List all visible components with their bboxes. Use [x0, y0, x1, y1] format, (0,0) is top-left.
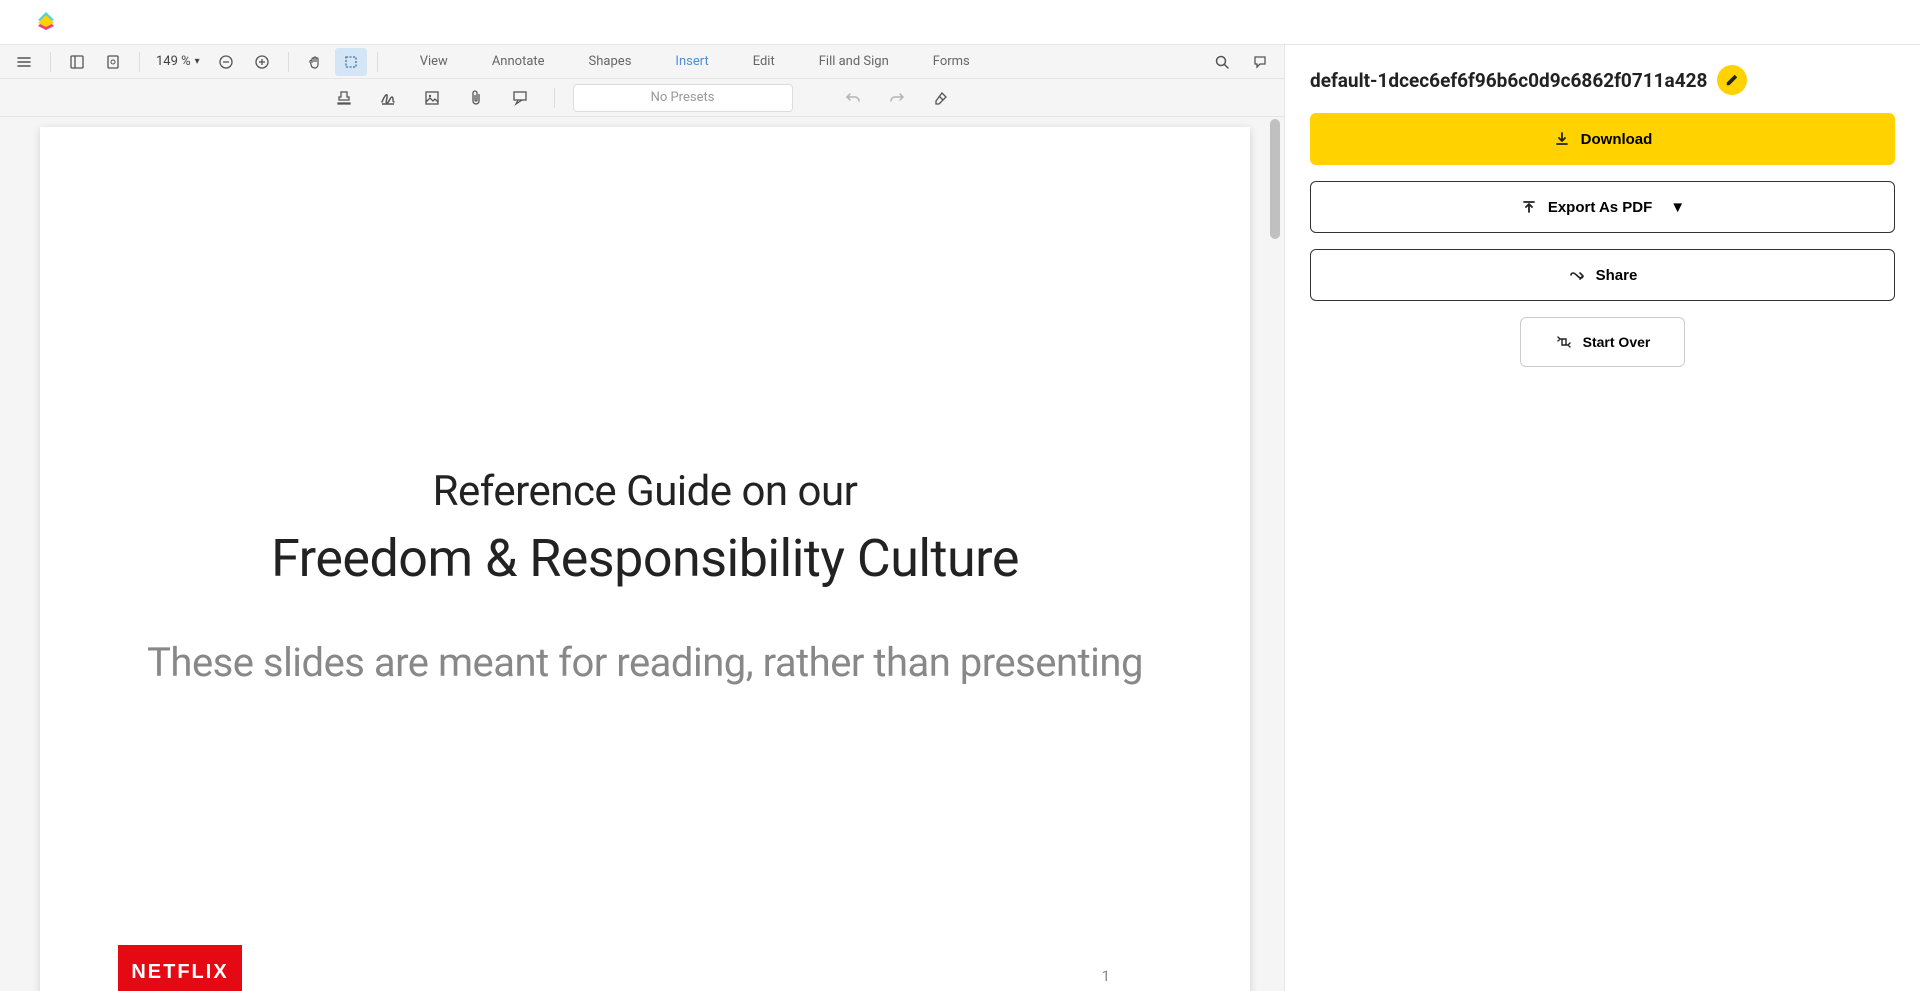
start-over-button[interactable]: Start Over — [1520, 317, 1685, 367]
app-logo[interactable] — [34, 10, 58, 34]
zoom-value: 149 % — [156, 54, 191, 69]
slide-content: Reference Guide on our Freedom & Respons… — [100, 187, 1190, 686]
document-scroll-area[interactable]: Reference Guide on our Freedom & Respons… — [0, 117, 1284, 991]
slide-supertitle: Reference Guide on our — [100, 467, 1190, 516]
page-number: 1 — [1102, 967, 1110, 985]
zoom-out-icon[interactable] — [210, 48, 242, 76]
eraser-icon[interactable] — [925, 84, 957, 112]
zoom-in-icon[interactable] — [246, 48, 278, 76]
pdf-viewer-area: 149 % ▾ View Annotate Shapes Insert Edit … — [0, 45, 1285, 991]
pencil-icon — [1725, 73, 1739, 87]
image-icon[interactable] — [416, 84, 448, 112]
download-label: Download — [1581, 131, 1653, 148]
start-over-label: Start Over — [1583, 334, 1651, 350]
menu-forms[interactable]: Forms — [911, 45, 992, 79]
menu-fill-and-sign[interactable]: Fill and Sign — [797, 45, 911, 79]
page-view-icon[interactable] — [97, 48, 129, 76]
separator — [139, 52, 140, 72]
pan-hand-icon[interactable] — [299, 48, 331, 76]
upload-icon — [1520, 198, 1538, 216]
hamburger-menu-icon[interactable] — [8, 48, 40, 76]
stamp-icon[interactable] — [328, 84, 360, 112]
signature-icon[interactable] — [372, 84, 404, 112]
insert-subtoolbar: No Presets — [0, 79, 1284, 117]
slide-subtitle: These slides are meant for reading, rath… — [100, 639, 1190, 686]
separator — [288, 52, 289, 72]
actions-sidebar: default-1dcec6ef6f96b6c0d9c6862f0711a428… — [1285, 45, 1920, 991]
redo-icon[interactable] — [881, 84, 913, 112]
selection-tool-icon[interactable] — [335, 48, 367, 76]
edit-filename-button[interactable] — [1717, 65, 1747, 95]
menu-insert[interactable]: Insert — [653, 45, 730, 79]
search-icon[interactable] — [1206, 48, 1238, 76]
menu-annotate[interactable]: Annotate — [470, 45, 567, 79]
zoom-control: 149 % ▾ — [150, 54, 206, 69]
pdf-page[interactable]: Reference Guide on our Freedom & Respons… — [40, 127, 1250, 991]
download-button[interactable]: Download — [1310, 113, 1895, 165]
share-icon — [1568, 266, 1586, 284]
chevron-down-icon: ▼ — [1670, 199, 1685, 216]
callout-icon[interactable] — [504, 84, 536, 112]
zoom-dropdown[interactable]: 149 % ▾ — [156, 54, 200, 69]
share-button[interactable]: Share — [1310, 249, 1895, 301]
separator — [377, 52, 378, 72]
menu-edit[interactable]: Edit — [731, 45, 797, 79]
comment-icon[interactable] — [1244, 48, 1276, 76]
separator — [554, 88, 555, 108]
scrollbar-thumb[interactable] — [1270, 119, 1280, 239]
sidebar-toggle-icon[interactable] — [61, 48, 93, 76]
vertical-scrollbar[interactable] — [1270, 117, 1280, 991]
menu-shapes[interactable]: Shapes — [567, 45, 654, 79]
restart-icon — [1555, 333, 1573, 351]
export-pdf-button[interactable]: Export As PDF ▼ — [1310, 181, 1895, 233]
export-label: Export As PDF — [1548, 199, 1652, 216]
download-icon — [1553, 130, 1571, 148]
main-toolbar: 149 % ▾ View Annotate Shapes Insert Edit … — [0, 45, 1284, 79]
chevron-down-icon: ▾ — [195, 56, 200, 67]
presets-dropdown[interactable]: No Presets — [573, 84, 793, 112]
menu-bar: View Annotate Shapes Insert Edit Fill an… — [398, 45, 992, 79]
menu-view[interactable]: View — [398, 45, 470, 79]
app-header — [0, 0, 1920, 45]
undo-icon[interactable] — [837, 84, 869, 112]
separator — [50, 52, 51, 72]
attachment-icon[interactable] — [460, 84, 492, 112]
file-title-row: default-1dcec6ef6f96b6c0d9c6862f0711a428 — [1310, 65, 1895, 95]
slide-title: Freedom & Responsibility Culture — [100, 528, 1190, 589]
netflix-logo: NETFLIX — [118, 945, 242, 991]
file-name: default-1dcec6ef6f96b6c0d9c6862f0711a428 — [1310, 69, 1707, 92]
share-label: Share — [1596, 267, 1638, 284]
preset-label: No Presets — [651, 90, 715, 105]
